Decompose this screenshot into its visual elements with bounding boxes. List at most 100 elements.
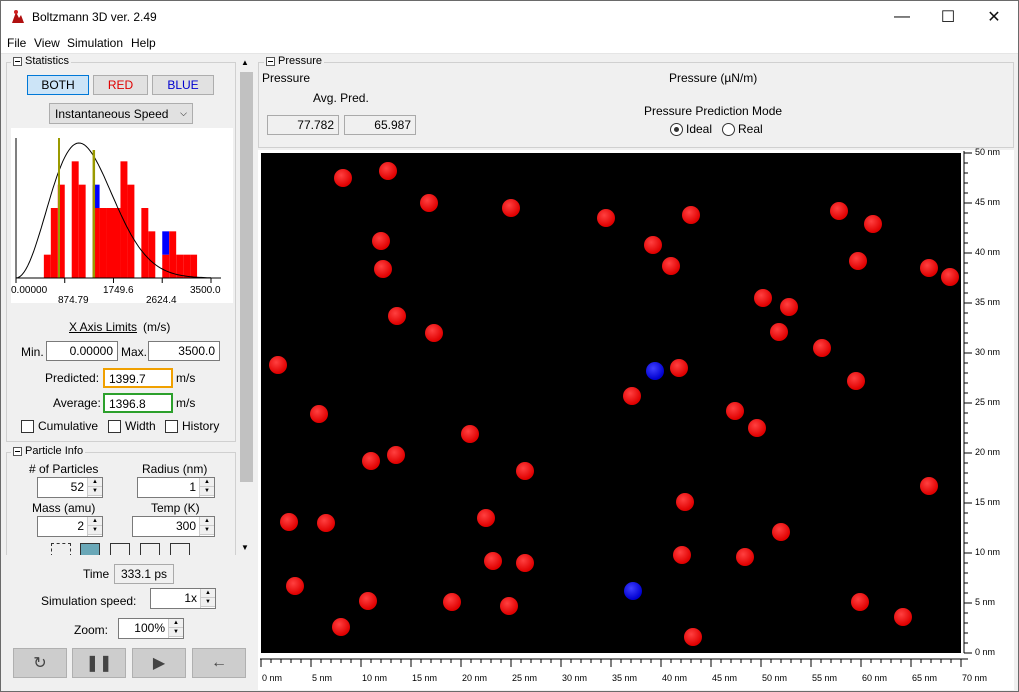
chevron-down-icon[interactable]: ▼ (201, 598, 215, 607)
statistics-header[interactable]: Statistics (11, 55, 72, 67)
collapse-icon[interactable] (266, 56, 275, 66)
close-button[interactable]: ✕ (971, 0, 1017, 34)
radius-stepper[interactable]: 1 ▲ ▼ (137, 477, 215, 498)
particle-count-label: # of Particles (29, 462, 99, 476)
x-tick-label: 70 nm (962, 673, 988, 683)
wall-view-icon[interactable] (140, 543, 160, 555)
chevron-down-icon[interactable]: ▼ (88, 526, 102, 535)
min-input[interactable]: 0.00000 (46, 341, 118, 361)
play-icon: ▶ (152, 655, 166, 672)
hist-bar-red (127, 184, 135, 278)
statistics-title: Statistics (25, 55, 70, 67)
reset-button[interactable]: ↻ (13, 648, 67, 678)
chevron-down-icon[interactable]: ▼ (200, 487, 214, 496)
select-icon[interactable] (51, 543, 71, 555)
stepper-arrows[interactable]: ▲ ▼ (87, 517, 102, 536)
play-button[interactable]: ▶ (132, 648, 186, 678)
both-button[interactable]: BOTH (27, 75, 89, 95)
x-tick-label: 0 nm (262, 673, 283, 683)
predicted-label: Predicted: (45, 371, 100, 385)
ideal-radio[interactable] (670, 123, 683, 136)
particle-blue (624, 582, 642, 600)
ideal-label: Ideal (686, 122, 713, 136)
x-tick-label: 10 nm (362, 673, 388, 683)
pause-icon: ❚❚ (85, 655, 113, 672)
stepper-arrows[interactable]: ▲ ▼ (168, 619, 183, 638)
particle-red (425, 324, 443, 342)
chevron-up-icon[interactable]: ▲ (88, 517, 102, 526)
collapse-icon[interactable] (13, 446, 22, 456)
minimize-button[interactable]: — (879, 0, 925, 34)
particle-red (280, 513, 298, 531)
history-checkbox[interactable] (165, 420, 178, 433)
back-button[interactable]: ← (192, 648, 246, 678)
y-tick-label: 20 nm (975, 447, 1001, 457)
chevron-up-icon[interactable]: ▲ (200, 478, 214, 487)
hist-bar-red (71, 161, 79, 278)
box-view-icon[interactable] (80, 543, 100, 555)
maximize-button[interactable]: ☐ (925, 0, 971, 34)
particle-count-stepper[interactable]: 52 ▲ ▼ (37, 477, 103, 498)
chevron-up-icon[interactable]: ▲ (169, 619, 183, 628)
both-label: BOTH (41, 78, 75, 92)
hist-tick-3: 2624.4 (146, 295, 177, 306)
width-label: Width (125, 419, 156, 433)
x-tick-label: 60 nm (862, 673, 888, 683)
particle-red (830, 202, 848, 220)
time-value: 333.1 ps (114, 564, 174, 584)
scrollbar-thumb[interactable] (240, 72, 253, 482)
chevron-up-icon[interactable]: ▲ (201, 589, 215, 598)
particle-red (387, 446, 405, 464)
y-tick-label: 30 nm (975, 347, 1001, 357)
particle-red (310, 405, 328, 423)
red-button[interactable]: RED (93, 75, 148, 95)
particle-count-value: 52 (70, 480, 84, 494)
y-axis: 50 nm 45 nm 40 nm 35 nm 30 nm 25 nm 20 nm 15 nm… (961, 147, 1016, 659)
menu-view[interactable]: View (34, 36, 60, 50)
zoom-stepper[interactable]: 100% ▲ ▼ (118, 618, 184, 639)
min-label: Min. (21, 345, 44, 359)
average-units: m/s (176, 396, 196, 410)
scroll-up-icon[interactable]: ▲ (241, 58, 249, 67)
menu-help[interactable]: Help (131, 36, 156, 50)
particle-red (477, 509, 495, 527)
stepper-arrows[interactable]: ▲ ▼ (199, 517, 214, 536)
cumulative-checkbox[interactable] (21, 420, 34, 433)
particle-red (317, 514, 335, 532)
width-checkbox[interactable] (108, 420, 121, 433)
particle-red (673, 546, 691, 564)
particle-info-header[interactable]: Particle Info (11, 445, 86, 457)
particle-red (847, 372, 865, 390)
x-axis-limits-link[interactable]: X Axis Limits (69, 320, 137, 334)
menu-file[interactable]: File (7, 36, 26, 50)
chevron-down-icon[interactable]: ▼ (169, 628, 183, 637)
mass-stepper[interactable]: 2 ▲ ▼ (37, 516, 103, 537)
split-view-icon[interactable] (110, 543, 130, 555)
collapse-icon[interactable] (13, 56, 22, 66)
pause-button[interactable]: ❚❚ (72, 648, 126, 678)
stepper-arrows[interactable]: ▲ ▼ (87, 478, 102, 497)
mass-label: Mass (amu) (32, 501, 96, 515)
scroll-down-icon[interactable]: ▼ (241, 543, 249, 552)
real-radio[interactable] (722, 123, 735, 136)
temp-stepper[interactable]: 300 ▲ ▼ (132, 516, 215, 537)
chevron-down-icon[interactable]: ▼ (88, 487, 102, 496)
chevron-up-icon[interactable]: ▲ (200, 517, 214, 526)
blue-button[interactable]: BLUE (152, 75, 214, 95)
menu-simulation[interactable]: Simulation (67, 36, 123, 50)
simulation-canvas[interactable] (261, 153, 961, 653)
sim-speed-stepper[interactable]: 1x ▲ ▼ (150, 588, 216, 609)
stepper-arrows[interactable]: ▲ ▼ (199, 478, 214, 497)
pressure-header[interactable]: Pressure (264, 55, 325, 67)
chevron-down-icon[interactable]: ▼ (200, 526, 214, 535)
particle-red (359, 592, 377, 610)
chevron-up-icon[interactable]: ▲ (88, 478, 102, 487)
particle-red (780, 298, 798, 316)
stepper-arrows[interactable]: ▲ ▼ (200, 589, 215, 608)
stat-type-value: Instantaneous Speed (55, 106, 169, 121)
particle-red (362, 452, 380, 470)
hist-tick-1: 874.79 (58, 295, 89, 306)
partition-view-icon[interactable] (170, 543, 190, 555)
stat-type-dropdown[interactable]: Instantaneous Speed ⌵ (49, 103, 193, 124)
max-input[interactable]: 3500.0 (148, 341, 220, 361)
